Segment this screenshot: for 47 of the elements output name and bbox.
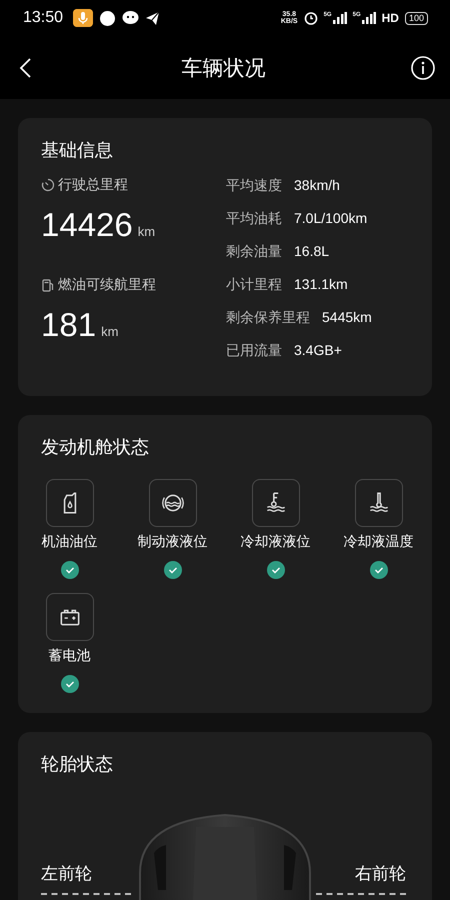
tire-label: 左前轮 <box>41 864 92 883</box>
fuel-pump-icon <box>41 278 55 292</box>
unit-label: km <box>101 324 118 339</box>
stat-label: 已用流量 <box>226 341 282 360</box>
stat-value: 3.4GB+ <box>294 341 342 360</box>
unit-label: km <box>138 224 156 239</box>
status-label: 制动液液位 <box>138 533 208 551</box>
card-title: 发动机舱状态 <box>40 436 149 459</box>
info-icon[interactable] <box>410 54 436 80</box>
signal-icon <box>362 12 376 24</box>
send-icon <box>145 10 160 26</box>
stat-label: 小计里程 <box>226 275 282 294</box>
stat-label: 行驶总里程 <box>58 176 128 194</box>
oil-icon <box>46 479 94 527</box>
microphone-icon <box>73 9 94 27</box>
stat-label: 燃油可续航里程 <box>58 276 156 294</box>
stat-label: 平均油耗 <box>226 209 282 228</box>
signal-icon <box>332 12 347 24</box>
range-value: 181 <box>41 306 96 344</box>
alarm-icon <box>304 11 318 25</box>
chat-icon <box>122 10 140 26</box>
status-label: 冷却液温度 <box>344 533 414 551</box>
gauge-icon <box>41 178 55 192</box>
card-title: 轮胎状态 <box>40 753 113 776</box>
status-label: 冷却液液位 <box>240 533 310 551</box>
stat-value: 5445km <box>322 308 372 327</box>
battery-level: 100 <box>404 12 428 24</box>
page-title: 车辆状况 <box>180 56 266 82</box>
stat-label: 剩余油量 <box>226 242 282 261</box>
status-label: 蓄电池 <box>48 647 90 665</box>
status-time: 13:50 <box>23 9 64 27</box>
bubble-icon <box>99 10 116 26</box>
stat-value: 131.1km <box>294 275 348 294</box>
coolant-temp-icon <box>354 479 402 527</box>
stat-label: 平均速度 <box>226 176 282 195</box>
coolant-level-icon <box>252 479 300 527</box>
card-title: 基础信息 <box>40 139 113 162</box>
brake-icon <box>148 479 196 527</box>
mileage-value: 14426 <box>41 206 133 244</box>
battery-icon <box>46 593 94 641</box>
tire-label: 右前轮 <box>355 863 406 885</box>
stat-label: 剩余保养里程 <box>226 308 310 327</box>
stat-value: 16.8L <box>294 242 330 261</box>
stat-value: 7.0L/100km <box>294 209 368 228</box>
hd-indicator: HD <box>382 11 399 25</box>
status-label: 机油油位 <box>42 533 98 551</box>
stat-value: 38km/h <box>294 176 340 195</box>
